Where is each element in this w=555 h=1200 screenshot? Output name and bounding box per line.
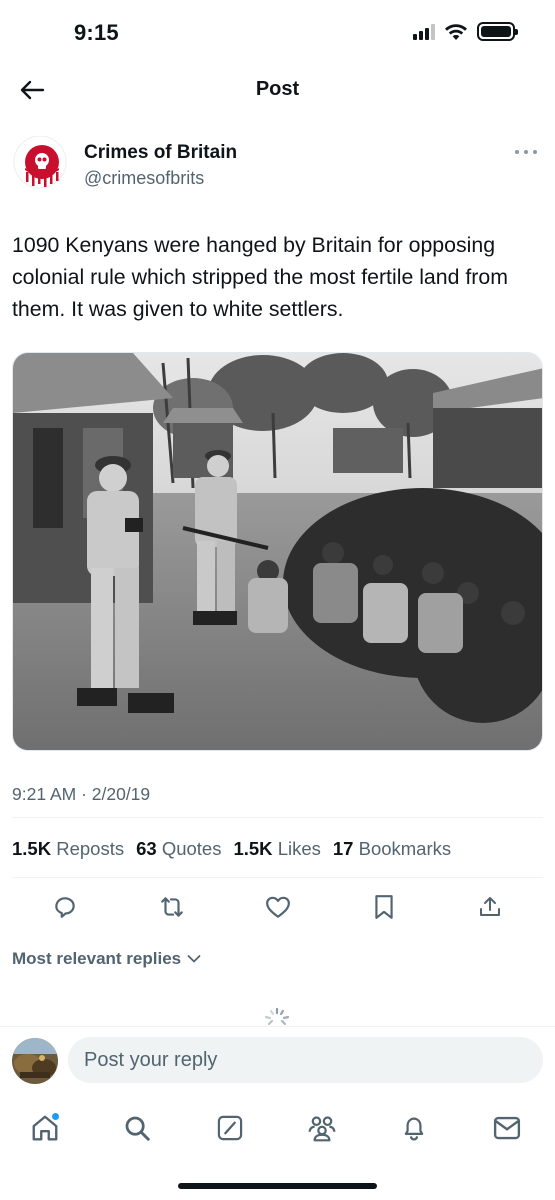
reply-icon[interactable] [50,892,80,922]
post-author: Crimes of Britain @crimesofbrits [12,130,543,200]
home-indicator [178,1183,377,1189]
stat-reposts[interactable]: 1.5K Reposts [12,838,124,860]
wifi-icon [445,23,467,40]
repost-icon[interactable] [157,892,187,922]
post-stats: 1.5K Reposts 63 Quotes 1.5K Likes 17 Boo… [12,838,451,860]
chevron-down-icon [187,955,201,963]
tab-grok[interactable] [210,1108,250,1148]
battery-icon [477,22,518,41]
stat-bookmarks[interactable]: 17 Bookmarks [333,838,451,860]
reply-composer [0,1026,555,1094]
status-time: 9:15 [74,20,119,45]
post-text: 1090 Kenyans were hanged by Britain for … [12,233,508,321]
post-header: Post [0,66,555,116]
share-icon[interactable] [475,892,505,922]
notification-dot [52,1113,59,1120]
author-avatar[interactable] [12,135,68,192]
notifications-icon [404,1117,424,1141]
divider [12,877,543,878]
tab-home[interactable] [25,1108,65,1148]
status-icons [413,22,518,41]
search-icon [125,1116,150,1141]
stat-likes[interactable]: 1.5K Likes [233,838,320,860]
post-image[interactable] [12,352,543,751]
post-actions [0,890,555,922]
tab-notifications[interactable] [394,1108,434,1148]
bookmark-icon[interactable] [369,892,399,922]
post-timestamp: 9:21 AM · 2/20/19 [12,784,151,804]
communities-icon [308,1116,336,1142]
tab-messages[interactable] [487,1108,527,1148]
user-avatar[interactable] [12,1038,58,1084]
tab-communities[interactable] [302,1108,342,1148]
author-name[interactable]: Crimes of Britain [84,142,237,164]
replies-sort-dropdown[interactable]: Most relevant replies [12,949,201,969]
replies-sort-label: Most relevant replies [12,949,182,968]
messages-icon [493,1116,521,1140]
bottom-tab-bar [0,1094,555,1200]
grok-icon [217,1115,243,1141]
author-handle[interactable]: @crimesofbrits [84,168,204,189]
tab-search[interactable] [117,1108,157,1148]
status-bar: 9:15 [0,0,555,66]
more-options-icon[interactable] [511,142,541,162]
cellular-signal-icon [413,23,435,40]
reply-input[interactable] [68,1037,543,1083]
stat-quotes[interactable]: 63 Quotes [136,838,221,860]
like-icon[interactable] [263,892,293,922]
page-title: Post [255,78,300,100]
divider [12,817,543,818]
